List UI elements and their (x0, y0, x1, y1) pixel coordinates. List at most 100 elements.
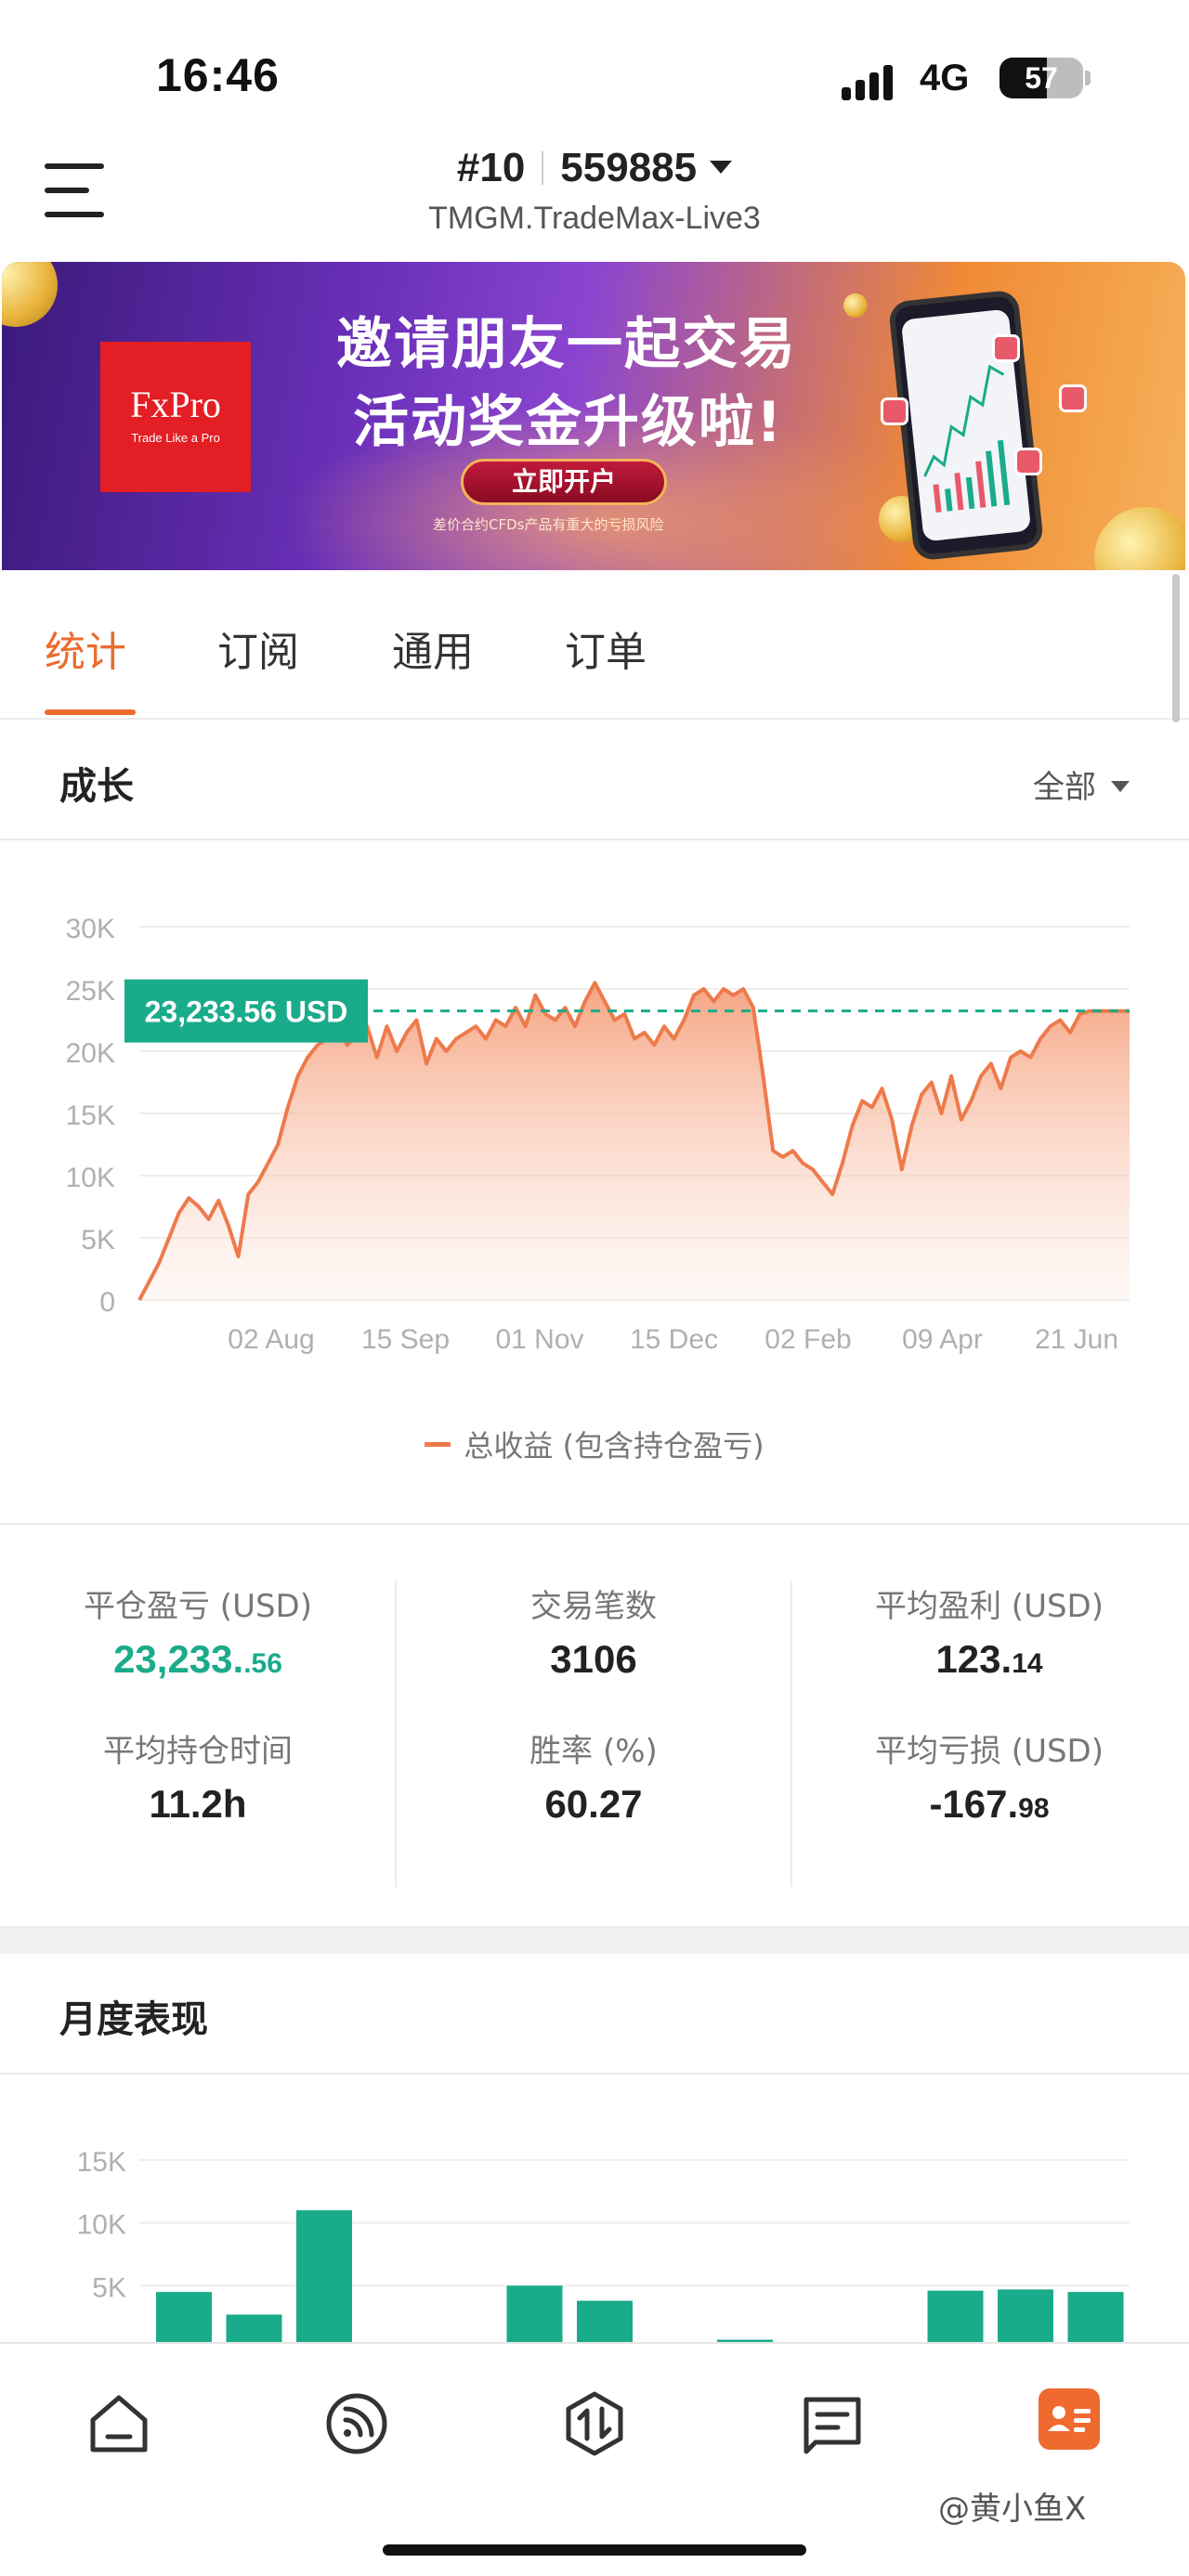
section-divider (0, 839, 1189, 840)
tab-general[interactable]: 通用 (392, 618, 474, 678)
user-badge-icon (1059, 384, 1087, 412)
monthly-bar-chart: 15K 10K 5K (77, 2147, 1130, 2342)
monthly-bar (226, 2314, 282, 2342)
tabs-divider (0, 718, 1189, 720)
promo-banner[interactable]: FxPro Trade Like a Pro 邀请朋友一起交易 活动奖金升级啦!… (2, 262, 1185, 570)
banner-subheadline: 活动奖金升级啦! (353, 390, 784, 455)
open-account-button[interactable]: 立即开户 (461, 459, 667, 505)
stat-value: 123.14 (791, 1637, 1187, 1682)
stat-value-decimal: 98 (1018, 1793, 1050, 1824)
chevron-down-icon (710, 161, 733, 174)
y-tick-label: 10K (66, 1163, 115, 1193)
section-divider (0, 2073, 1189, 2075)
x-tick-label: 15 Dec (630, 1324, 718, 1355)
x-tick-label: 01 Nov (495, 1324, 583, 1355)
range-filter-label: 全部 (1033, 769, 1096, 806)
stat-label: 平均持仓时间 (103, 1733, 293, 1770)
x-tick-label: 02 Aug (228, 1324, 314, 1355)
monthly-bar (1067, 2292, 1124, 2342)
banner-disclaimer: 差价合约CFDs产品有重大的亏损风险 (433, 516, 664, 533)
column-divider (790, 1581, 792, 1887)
user-badge-icon (992, 334, 1020, 362)
stat-label: 平均亏损 (USD) (875, 1733, 1104, 1770)
tab-stats[interactable]: 统计 (45, 618, 126, 678)
x-tick-label: 15 Sep (361, 1324, 450, 1355)
chart-legend: 总收益 (包含持仓盈亏) (0, 1423, 1189, 1465)
stat-value-main: 123. (935, 1637, 1013, 1681)
status-time: 16:46 (156, 49, 280, 101)
coin-icon (2, 262, 58, 327)
range-filter[interactable]: 全部 (1033, 761, 1130, 807)
stat-label: 平仓盈亏 (USD) (84, 1588, 312, 1625)
stat-value: -167.98 (791, 1782, 1187, 1827)
legend-swatch (425, 1442, 451, 1447)
growth-title: 成长 (59, 765, 134, 808)
nav-news[interactable] (797, 2388, 868, 2459)
monthly-bar (156, 2292, 212, 2342)
caret-down-icon (1111, 781, 1130, 792)
stat-avg-loss: 平均亏损 (USD) -167.98 (791, 1725, 1187, 1827)
stat-value: 11.2h (0, 1782, 396, 1827)
stat-value: 3106 (396, 1637, 791, 1682)
x-tick-label: 02 Feb (764, 1324, 851, 1355)
account-id: 559885 (560, 145, 698, 190)
y-tick-label: 5K (92, 2272, 126, 2303)
stat-closed-pnl: 平仓盈亏 (USD) 23,233..56 (0, 1581, 396, 1682)
growth-chart: 30K 25K 20K 15K 10K 5K 0 02 Aug 15 Sep 01 Nov 15 D… (66, 914, 1130, 1355)
account-number: #10 (456, 145, 526, 190)
user-badge-icon (1014, 448, 1042, 475)
fxpro-logo: FxPro Trade Like a Pro (100, 342, 251, 492)
stat-label: 胜率 (%) (529, 1733, 658, 1770)
growth-header: 成长 全部 (0, 721, 1189, 839)
phone-illustration (887, 289, 1045, 562)
logo-tagline: Trade Like a Pro (131, 431, 220, 445)
scrollbar[interactable] (1172, 574, 1180, 722)
home-icon (90, 2395, 148, 2452)
y-tick-label: 5K (81, 1225, 115, 1255)
stat-value-main: 23,233. (113, 1637, 244, 1681)
y-tick-label: 10K (77, 2210, 126, 2241)
monthly-title: 月度表现 (59, 1998, 208, 2041)
stat-value-main: 60.27 (544, 1782, 643, 1826)
banner-headline: 邀请朋友一起交易 (336, 312, 797, 377)
account-card-icon (1048, 2406, 1091, 2432)
account-separator (542, 151, 544, 185)
stat-value-decimal: 14 (1012, 1648, 1043, 1679)
user-badge-icon (881, 397, 908, 425)
stat-value-main: -167. (929, 1782, 1019, 1826)
stat-label: 交易笔数 (530, 1588, 657, 1625)
tab-orders[interactable]: 订单 (565, 618, 647, 678)
value-tooltip-label: 23,233.56 USD (145, 995, 348, 1029)
server-name: TMGM.TradeMax-Live3 (428, 201, 761, 236)
stats-grid: 平仓盈亏 (USD) 23,233..56 交易笔数 3106 平均盈利 (US… (0, 1525, 1189, 1896)
coin-icon (1094, 507, 1185, 570)
y-tick-label: 20K (66, 1038, 115, 1069)
tab-subscribe[interactable]: 订阅 (217, 618, 299, 678)
nav-trade[interactable] (559, 2388, 630, 2459)
nav-account[interactable] (1039, 2388, 1109, 2459)
monthly-bar (506, 2285, 563, 2342)
y-tick-label: 0 (99, 1287, 115, 1318)
stat-value: 23,233..56 (0, 1637, 396, 1682)
stat-avg-hold-time: 平均持仓时间 11.2h (0, 1725, 396, 1827)
x-tick-label: 09 Apr (902, 1324, 983, 1355)
stat-win-rate: 胜率 (%) 60.27 (396, 1725, 791, 1827)
nav-signals[interactable] (321, 2388, 392, 2459)
x-tick-label: 21 Jun (1035, 1324, 1118, 1355)
y-tick-label: 15K (77, 2147, 126, 2178)
home-indicator[interactable] (383, 2544, 806, 2556)
y-tick-label: 30K (66, 914, 115, 944)
account-selector[interactable]: #10 559885 (0, 145, 1189, 191)
battery-level: 57 (1025, 61, 1058, 95)
tab-bar: 统计 订阅 通用 订单 (0, 570, 1189, 719)
coin-icon (843, 293, 868, 318)
nav-home[interactable] (84, 2388, 154, 2459)
monthly-bar (927, 2290, 984, 2342)
app-header: #10 559885 TMGM.TradeMax-Live3 (0, 130, 1189, 260)
cellular-signal-icon (842, 63, 907, 100)
network-type: 4G (920, 58, 970, 98)
stat-value-main: 3106 (550, 1637, 637, 1681)
monthly-bar (296, 2210, 352, 2342)
stat-avg-profit: 平均盈利 (USD) 123.14 (791, 1581, 1187, 1682)
y-tick-label: 25K (66, 976, 115, 1007)
